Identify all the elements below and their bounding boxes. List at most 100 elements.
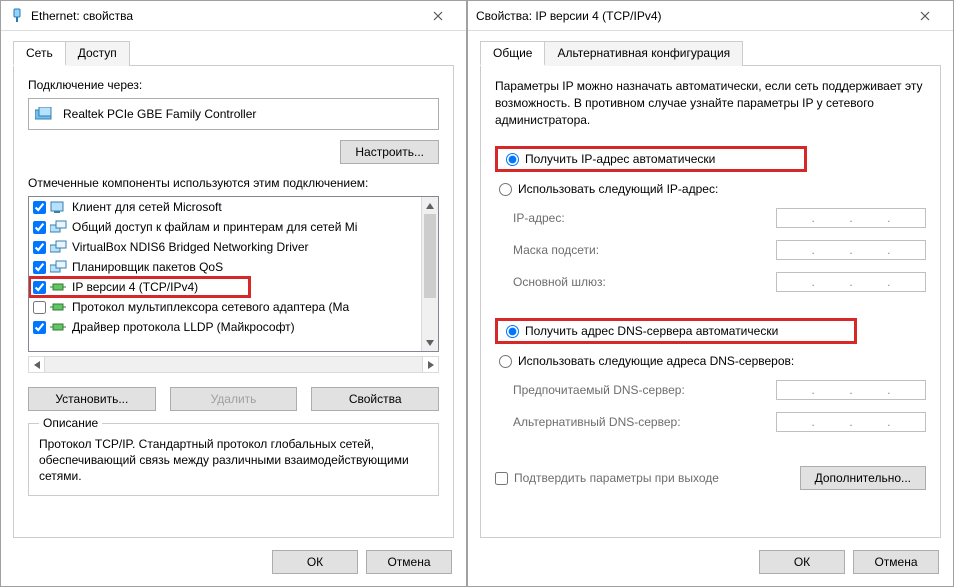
subnet-mask-input: ... [776,240,926,260]
description-groupbox: Описание Протокол TCP/IP. Стандартный пр… [28,423,439,496]
confirm-checkbox[interactable] [495,472,508,485]
dialog-title: Ethernet: свойства [31,9,418,23]
radio-ip-auto-input[interactable] [506,153,519,166]
list-item[interactable]: Клиент для сетей Microsoft [29,197,421,217]
components-label: Отмеченные компоненты используются этим … [28,176,439,190]
info-text: Параметры IP можно назначать автоматичес… [495,78,926,128]
list-item-checkbox[interactable] [33,221,46,234]
tabs: Общие Альтернативная конфигурация [480,41,941,66]
scroll-right-icon[interactable] [422,356,439,373]
radio-dns-manual-label: Использовать следующие адреса DNS-сервер… [518,354,794,368]
adapter-icon [35,107,55,121]
description-legend: Описание [39,416,102,430]
radio-ip-manual-input[interactable] [499,183,512,196]
ethernet-properties-dialog: Ethernet: свойства Сеть Доступ Подключен… [0,0,467,587]
list-item-label: Клиент для сетей Microsoft [72,200,222,214]
list-item[interactable]: IP версии 4 (TCP/IPv4) [29,277,421,297]
dialog-content: Общие Альтернативная конфигурация Параме… [468,31,953,538]
scrollbar[interactable] [421,197,438,351]
component-icon [50,279,68,295]
scroll-up-icon[interactable] [422,197,438,214]
advanced-button[interactable]: Дополнительно... [800,466,926,490]
confirm-label: Подтвердить параметры при выходе [514,471,800,485]
ip-address-input: ... [776,208,926,228]
list-item[interactable]: Общий доступ к файлам и принтерам для се… [29,217,421,237]
connect-via-label: Подключение через: [28,78,439,92]
list-item[interactable]: Драйвер протокола LLDP (Майкрософт) [29,317,421,337]
close-button[interactable] [418,2,458,30]
list-item-label: Протокол мультиплексора сетевого адаптер… [72,300,349,314]
component-icon [50,299,68,315]
scroll-down-icon[interactable] [422,334,438,351]
ethernet-icon [9,8,25,24]
radio-ip-auto[interactable]: Получить IP-адрес автоматически [495,146,807,172]
dns-preferred-label: Предпочитаемый DNS-сервер: [513,383,776,397]
list-item-label: Общий доступ к файлам и принтерам для се… [72,220,357,234]
properties-button[interactable]: Свойства [311,387,439,411]
description-text: Протокол TCP/IP. Стандартный протокол гл… [39,436,428,485]
ok-button[interactable]: ОК [759,550,845,574]
dialog-footer: ОК Отмена [1,538,466,586]
titlebar: Ethernet: свойства [1,1,466,31]
tab-general[interactable]: Общие [480,41,545,66]
radio-dns-manual[interactable]: Использовать следующие адреса DNS-сервер… [495,352,926,370]
ipv4-properties-dialog: Свойства: IP версии 4 (TCP/IPv4) Общие А… [467,0,954,587]
gateway-input: ... [776,272,926,292]
dns-alt-input: ... [776,412,926,432]
adapter-name: Realtek PCIe GBE Family Controller [63,107,256,121]
scroll-left-icon[interactable] [28,356,45,373]
list-item-label: Планировщик пакетов QoS [72,260,223,274]
titlebar: Свойства: IP версии 4 (TCP/IPv4) [468,1,953,31]
scroll-track[interactable] [422,214,438,334]
radio-ip-manual-label: Использовать следующий IP-адрес: [518,182,718,196]
hscroll-track[interactable] [45,356,422,373]
list-item-checkbox[interactable] [33,261,46,274]
radio-dns-auto-label: Получить адрес DNS-сервера автоматически [525,324,778,338]
list-item-label: VirtualBox NDIS6 Bridged Networking Driv… [72,240,309,254]
uninstall-button: Удалить [170,387,298,411]
radio-dns-auto[interactable]: Получить адрес DNS-сервера автоматически [495,318,857,344]
tab-network[interactable]: Сеть [13,41,66,66]
install-button[interactable]: Установить... [28,387,156,411]
list-item-label: Драйвер протокола LLDP (Майкрософт) [72,320,295,334]
scroll-thumb[interactable] [424,214,436,298]
close-button[interactable] [905,2,945,30]
cancel-button[interactable]: Отмена [853,550,939,574]
list-item[interactable]: VirtualBox NDIS6 Bridged Networking Driv… [29,237,421,257]
dialog-footer: ОК Отмена [468,538,953,586]
component-icon [50,259,68,275]
tab-panel: Параметры IP можно назначать автоматичес… [480,65,941,538]
list-item-checkbox[interactable] [33,321,46,334]
list-item[interactable]: Планировщик пакетов QoS [29,257,421,277]
tab-alternate[interactable]: Альтернативная конфигурация [544,41,743,66]
radio-ip-manual[interactable]: Использовать следующий IP-адрес: [495,180,926,198]
ok-button[interactable]: ОК [272,550,358,574]
radio-dns-manual-input[interactable] [499,355,512,368]
component-icon [50,219,68,235]
dns-alt-label: Альтернативный DNS-сервер: [513,415,776,429]
component-icon [50,319,68,335]
gateway-label: Основной шлюз: [513,275,776,289]
adapter-field: Realtek PCIe GBE Family Controller [28,98,439,130]
tab-access[interactable]: Доступ [65,41,130,66]
dns-preferred-input: ... [776,380,926,400]
configure-button[interactable]: Настроить... [340,140,439,164]
radio-dns-auto-input[interactable] [506,325,519,338]
radio-ip-auto-label: Получить IP-адрес автоматически [525,152,715,166]
list-item-checkbox[interactable] [33,301,46,314]
tab-panel: Подключение через: Realtek PCIe GBE Fami… [13,65,454,538]
list-item-label: IP версии 4 (TCP/IPv4) [72,280,198,294]
list-item[interactable]: Протокол мультиплексора сетевого адаптер… [29,297,421,317]
ip-address-label: IP-адрес: [513,211,776,225]
component-icon [50,199,68,215]
dialog-title: Свойства: IP версии 4 (TCP/IPv4) [476,9,905,23]
tabs: Сеть Доступ [13,41,454,66]
list-item-checkbox[interactable] [33,281,46,294]
cancel-button[interactable]: Отмена [366,550,452,574]
component-icon [50,239,68,255]
list-item-checkbox[interactable] [33,201,46,214]
subnet-mask-label: Маска подсети: [513,243,776,257]
list-item-checkbox[interactable] [33,241,46,254]
dialog-content: Сеть Доступ Подключение через: Realtek P… [1,31,466,538]
components-listbox: Клиент для сетей Microsoft Общий доступ к… [28,196,439,352]
